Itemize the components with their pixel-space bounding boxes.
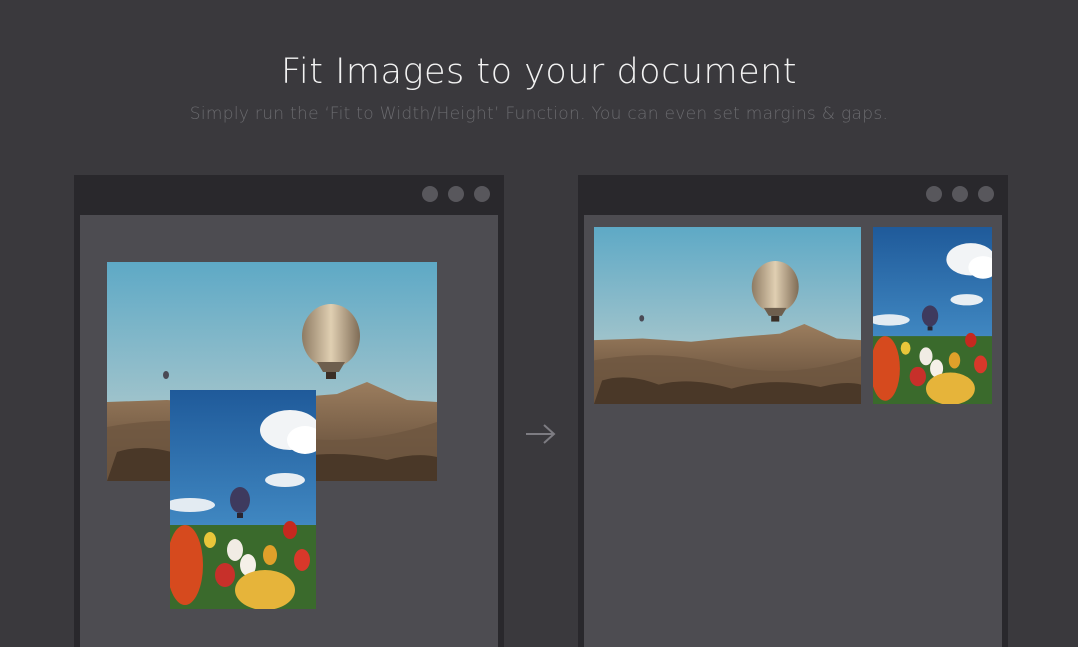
subheadline: Simply run the ‘Fit to Width/Height’ Fun… <box>189 104 889 124</box>
before-window <box>74 175 504 647</box>
document-canvas <box>584 215 1002 647</box>
tulip-portrait-image[interactable] <box>170 390 316 609</box>
after-window <box>578 175 1008 647</box>
window-dot-icon[interactable] <box>422 186 438 202</box>
window-dot-icon[interactable] <box>474 186 490 202</box>
window-titlebar <box>74 175 504 215</box>
tulip-portrait-image-fitted[interactable] <box>873 227 992 404</box>
window-titlebar <box>578 175 1008 215</box>
document-canvas <box>80 215 498 647</box>
headline: Fit Images to your document <box>280 52 798 92</box>
arrow-right-icon <box>526 424 556 444</box>
window-dot-icon[interactable] <box>952 186 968 202</box>
window-dot-icon[interactable] <box>926 186 942 202</box>
balloon-landscape-image-fitted[interactable] <box>594 227 861 404</box>
window-dot-icon[interactable] <box>448 186 464 202</box>
window-dot-icon[interactable] <box>978 186 994 202</box>
